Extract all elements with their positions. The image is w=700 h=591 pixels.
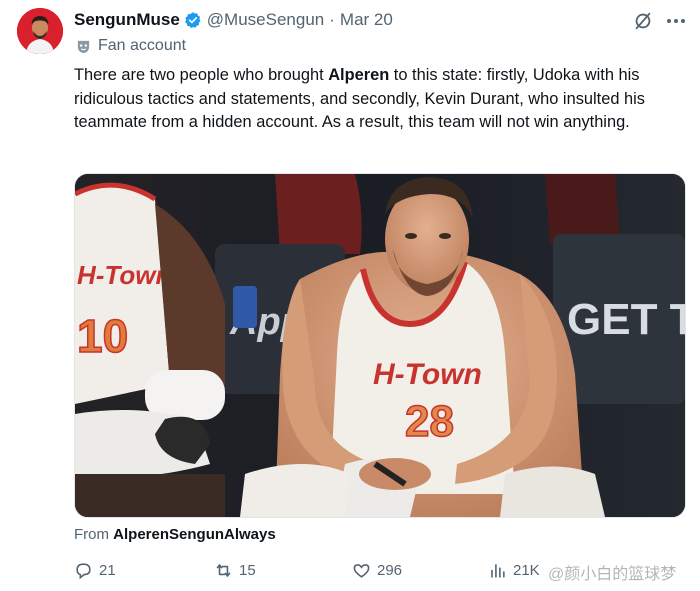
views-button[interactable]: 21K [488,561,540,580]
signage-right-text: GET THE [567,295,685,344]
mask-icon [77,40,90,53]
label-text: Fan account [98,37,187,54]
basketball-bench-photo: App GET THE H-Town 10 H-Town 28 [75,174,685,517]
from-prefix: From [74,526,114,543]
main-jersey-text: H-Town [373,358,482,391]
tweet-text: There are two people who brought Alperen… [74,64,686,135]
like-button[interactable]: 296 [352,561,402,580]
display-name[interactable]: SengunMuse [74,10,180,30]
main-jersey-number: 28 [405,397,454,446]
tweet-date[interactable]: Mar 20 [340,10,393,30]
repost-icon [216,564,231,577]
media-source: From AlperenSengunAlways [74,526,276,543]
tweet-text-bold: Alperen [328,66,390,84]
tweet-media-image[interactable]: App GET THE H-Town 10 H-Town 28 [74,173,686,518]
header-separator: · [329,10,335,29]
reply-count: 21 [99,562,116,579]
like-icon [353,564,370,578]
more-icon[interactable] [667,14,689,28]
fan-account-label: Fan account [76,37,186,55]
views-count: 21K [513,562,540,579]
repost-button[interactable]: 15 [214,561,256,580]
from-account-link[interactable]: AlperenSengunAlways [113,526,276,543]
avatar[interactable] [17,8,63,54]
tweet-header: SengunMuse @MuseSengun · Mar 20 [74,9,393,31]
grok-icon[interactable] [632,10,654,32]
tweet-text-part-1: There are two people who brought [74,66,329,84]
reply-button[interactable]: 21 [74,561,116,580]
repost-count: 15 [239,562,256,579]
like-count: 296 [377,562,403,579]
verified-badge-icon [184,12,201,29]
reply-icon [76,563,91,580]
left-jersey-text: H-Town [77,260,171,290]
weibo-watermark: @颜小白的篮球梦 [548,566,677,583]
views-icon [491,564,505,578]
user-handle[interactable]: @MuseSengun [207,10,324,30]
left-jersey-number: 10 [77,310,128,362]
